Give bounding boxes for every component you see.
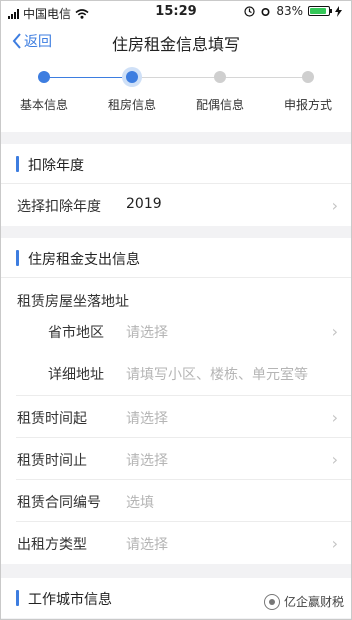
province-select[interactable]: 请选择 [126, 322, 168, 342]
field-label: 选择扣除年度 [17, 199, 101, 215]
section-title: 工作城市信息 [28, 592, 112, 608]
detail-address-row[interactable]: 详细地址 请填写小区、楼栋、单元室等 [0, 352, 352, 396]
field-label: 详细地址 [48, 367, 104, 383]
section-accent-bar [16, 590, 19, 606]
step-dot-pending [214, 71, 226, 83]
contract-number-row[interactable]: 租赁合同编号 选填 [0, 480, 352, 522]
battery-percent: 83% [276, 4, 303, 18]
landlord-type-row[interactable]: 出租方类型 请选择 › [0, 522, 352, 564]
address-group-row: 租赁房屋坐落地址 [0, 278, 352, 312]
alarm-icon [261, 7, 270, 16]
chevron-right-icon: › [331, 450, 338, 469]
location-lock-icon [244, 5, 255, 17]
step-label: 申报方式 [283, 98, 332, 112]
landlord-type-select[interactable]: 请选择 [126, 534, 168, 554]
chevron-right-icon: › [331, 322, 338, 341]
section-header-rent-info: 住房租金支出信息 [0, 238, 352, 278]
section-accent-bar [16, 156, 19, 172]
contract-number-input[interactable]: 选填 [126, 492, 154, 512]
section-accent-bar [16, 250, 19, 266]
field-label: 出租方类型 [17, 537, 87, 553]
status-right: 83% [244, 4, 342, 18]
section-header-deduction-year: 扣除年度 [0, 144, 352, 184]
field-label: 省市地区 [48, 325, 104, 341]
deduction-year-row[interactable]: 选择扣除年度 2019 › [0, 184, 352, 226]
step-label: 基本信息 [19, 98, 68, 112]
battery-icon [308, 6, 332, 16]
wechat-logo-icon [263, 593, 280, 610]
lease-end-select[interactable]: 请选择 [126, 450, 168, 470]
field-label: 租赁合同编号 [17, 495, 101, 511]
province-row[interactable]: 省市地区 请选择 › [0, 312, 352, 352]
lease-end-row[interactable]: 租赁时间止 请选择 › [0, 438, 352, 480]
progress-stepper: 基本信息 租房信息 配偶信息 申报方式 [0, 60, 352, 132]
deduction-year-value: 2019 [126, 196, 162, 212]
field-label: 租赁时间起 [17, 411, 87, 427]
page-title: 住房租金信息填写 [111, 35, 240, 54]
status-bar: 中国电信 15:29 83% [0, 0, 352, 24]
step-label: 配偶信息 [195, 98, 244, 112]
charging-icon [335, 5, 342, 17]
step-dot-pending [302, 71, 314, 83]
chevron-right-icon: › [331, 534, 338, 553]
section-title: 扣除年度 [28, 158, 84, 174]
nav-bar: 返回 住房租金信息填写 [0, 24, 352, 60]
section-title: 住房租金支出信息 [28, 252, 140, 268]
address-group-label: 租赁房屋坐落地址 [17, 294, 129, 310]
lease-start-select[interactable]: 请选择 [126, 408, 168, 428]
step-dot-completed [38, 71, 50, 83]
chevron-right-icon: › [331, 408, 338, 427]
field-label: 租赁时间止 [17, 453, 87, 469]
detail-address-input[interactable]: 请填写小区、楼栋、单元室等 [126, 364, 308, 384]
watermark: 亿企赢财税 [263, 593, 344, 610]
watermark-text: 亿企赢财税 [283, 595, 344, 609]
lease-start-row[interactable]: 租赁时间起 请选择 › [0, 396, 352, 438]
step-label: 租房信息 [107, 98, 156, 112]
chevron-right-icon: › [331, 196, 338, 215]
step-dot-current [126, 71, 138, 83]
